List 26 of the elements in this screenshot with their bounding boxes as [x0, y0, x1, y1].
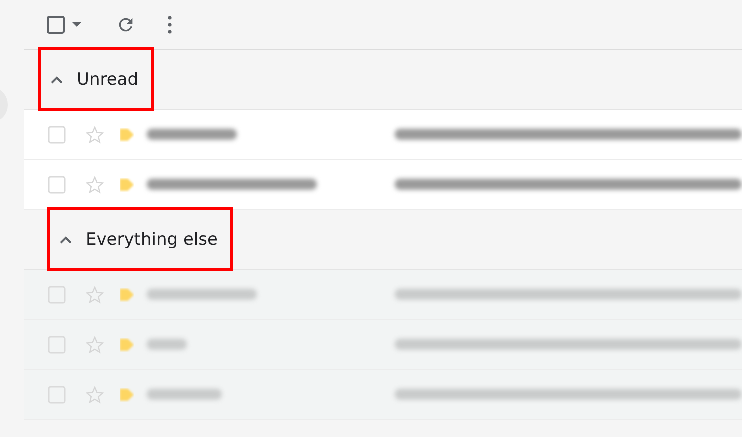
caret-icon[interactable]	[72, 22, 82, 28]
important-marker-icon[interactable]	[120, 338, 134, 352]
star-icon[interactable]	[86, 286, 104, 304]
select-all-checkbox[interactable]	[46, 14, 66, 34]
more-options-icon[interactable]	[168, 16, 172, 34]
row-checkbox[interactable]	[48, 286, 66, 304]
important-marker-icon[interactable]	[120, 388, 134, 402]
important-marker-icon[interactable]	[120, 288, 134, 302]
chevron-up-icon[interactable]	[51, 76, 63, 84]
row-checkbox[interactable]	[48, 126, 66, 144]
email-row[interactable]	[24, 270, 742, 320]
star-icon[interactable]	[86, 176, 104, 194]
row-checkbox[interactable]	[48, 386, 66, 404]
chevron-up-icon[interactable]	[60, 236, 72, 244]
important-marker-icon[interactable]	[120, 128, 134, 142]
blurred-sender	[147, 339, 187, 350]
section-title[interactable]: Unread	[77, 70, 139, 90]
email-row[interactable]	[24, 160, 742, 210]
row-checkbox[interactable]	[48, 336, 66, 354]
star-icon[interactable]	[86, 336, 104, 354]
row-checkbox[interactable]	[48, 176, 66, 194]
email-row[interactable]	[24, 110, 742, 160]
section-title[interactable]: Everything else	[86, 230, 218, 250]
star-icon[interactable]	[86, 126, 104, 144]
star-icon[interactable]	[86, 386, 104, 404]
important-marker-icon[interactable]	[120, 178, 134, 192]
